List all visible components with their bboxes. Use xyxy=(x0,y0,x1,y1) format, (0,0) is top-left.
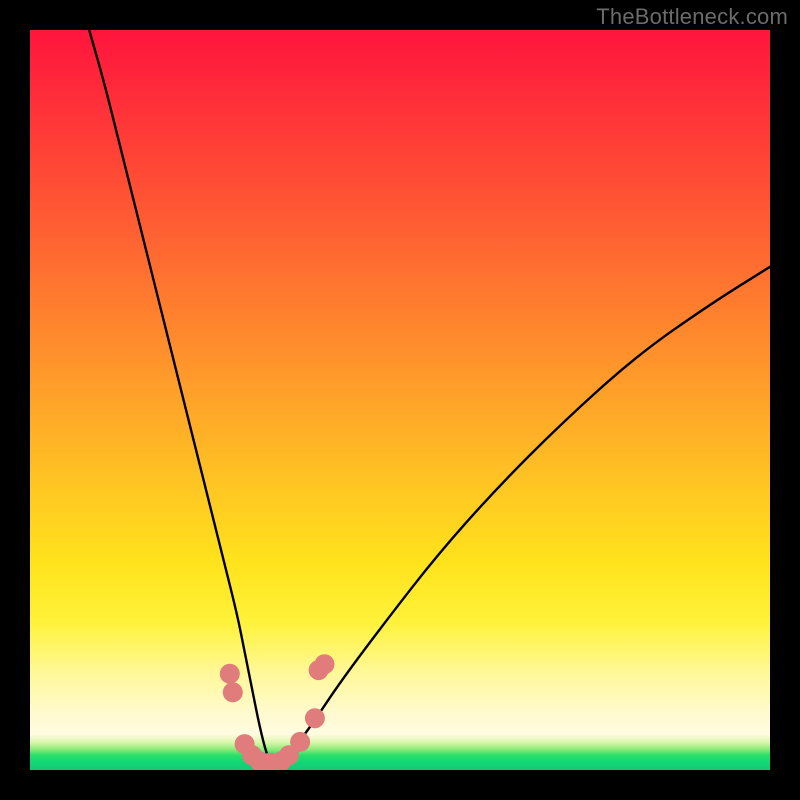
curve-layer xyxy=(30,30,770,770)
watermark-text: TheBottleneck.com xyxy=(596,4,788,30)
marker-point xyxy=(315,654,335,674)
marker-point xyxy=(220,664,240,684)
marker-point xyxy=(223,682,243,702)
plot-area xyxy=(30,30,770,770)
marker-point xyxy=(290,732,310,752)
chart-frame: TheBottleneck.com xyxy=(0,0,800,800)
highlight-markers xyxy=(220,654,335,770)
bottleneck-curve xyxy=(89,30,770,766)
marker-point xyxy=(305,708,325,728)
